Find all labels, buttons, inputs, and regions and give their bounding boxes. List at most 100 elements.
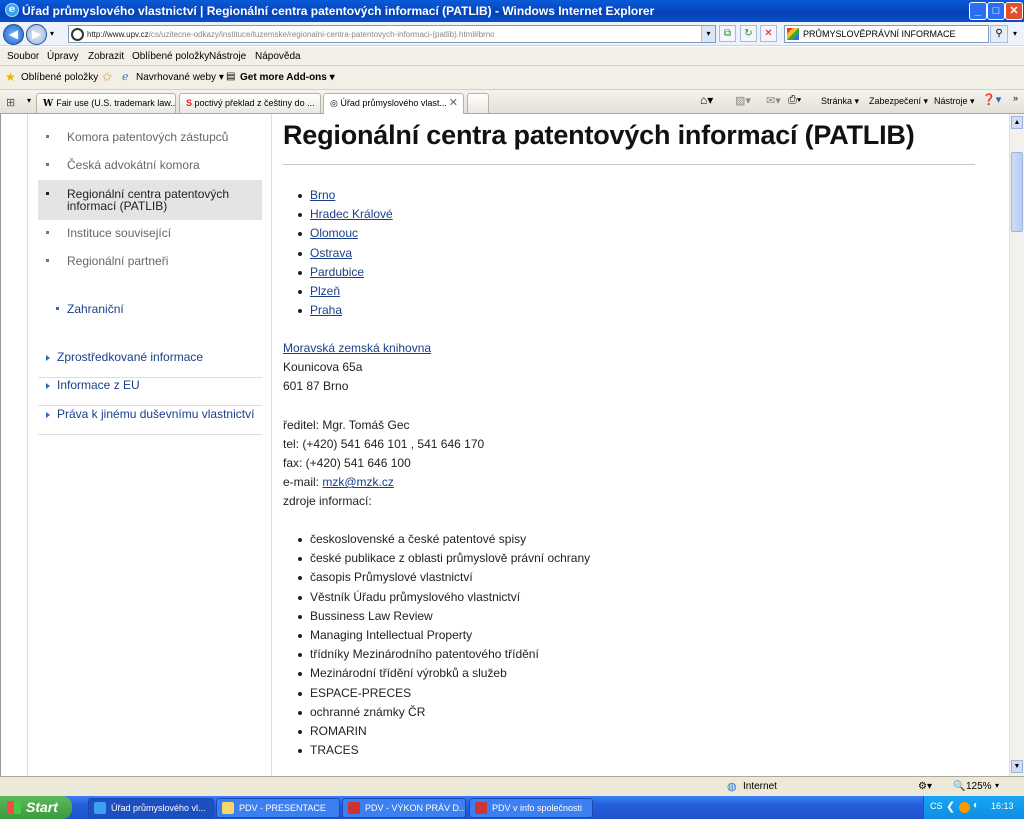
search-provider-icon [787, 28, 799, 40]
suggested-sites-button[interactable]: Navrhované weby ▾ [136, 72, 224, 83]
mail-icon[interactable]: ✉▾ [766, 94, 781, 107]
main-content: Regionální centra patentových informací … [283, 114, 975, 776]
pdf-icon [348, 802, 360, 814]
search-icon[interactable]: ⚲ [990, 25, 1008, 43]
addons-page-icon: ▤ [226, 71, 236, 82]
compatibility-view-icon[interactable]: ⧉ [719, 25, 736, 42]
feeds-icon[interactable]: ▧▾ [735, 94, 751, 107]
city-list: Brno Hradec Králové Olomouc Ostrava Pard… [283, 186, 393, 320]
search-query: PRŮMYSLOVĚPRÁVNÍ INFORMACE [803, 29, 956, 39]
city-link-olomouc[interactable]: Olomouc [283, 224, 393, 243]
list-item: TRACES [283, 741, 590, 760]
stop-icon[interactable]: ✕ [760, 25, 777, 42]
page-menu[interactable]: Stránka ▾ [821, 96, 859, 107]
city-link-brno[interactable]: Brno [283, 186, 393, 205]
zoom-dropdown-icon[interactable]: ▾ [995, 781, 999, 790]
address-field[interactable]: http://www.upv.cz/cs/uzitecne-odkazy/ins… [68, 25, 716, 43]
sidebar-link-zprostredkovane[interactable]: Zprostředkované informace [38, 350, 262, 378]
scroll-thumb[interactable] [1011, 152, 1023, 232]
toolbar-overflow-icon[interactable]: » [1013, 93, 1018, 103]
back-button[interactable]: ◀ [3, 24, 24, 45]
city-link-hradec[interactable]: Hradec Králové [283, 205, 393, 224]
tray-arrow-icon[interactable]: ❮ [946, 800, 955, 813]
library-link[interactable]: Moravská zemská knihovna [283, 339, 431, 358]
favorites-star-icon[interactable]: ★ [5, 70, 16, 84]
phone-text: tel: (+420) 541 646 101 , 541 646 170 [283, 437, 485, 451]
menu-nastroje[interactable]: Nástroje [209, 51, 246, 62]
arrow-icon [46, 412, 50, 418]
site-favicon-icon [71, 28, 84, 41]
tray-network-icon[interactable]: ◐ [973, 800, 979, 811]
tab-upv[interactable]: ◎ Úřad průmyslového vlast... ✕ [323, 93, 464, 115]
sidebar-item-label: Regionální centra patentových informací … [67, 187, 230, 213]
email-link[interactable]: mzk@mzk.cz [322, 475, 394, 489]
favorites-button[interactable]: Oblíbené položky [21, 72, 98, 83]
tray-app-icon[interactable] [959, 802, 970, 813]
address-dropdown-icon[interactable]: ▾ [701, 26, 715, 42]
protected-mode-icon[interactable]: ⚙▾ [918, 781, 932, 792]
city-link-praha[interactable]: Praha [283, 301, 393, 320]
city-link-pardubice[interactable]: Pardubice [283, 263, 393, 282]
list-item: Bussiness Law Review [283, 607, 590, 626]
city-link-plzen[interactable]: Plzeň [283, 282, 393, 301]
tools-menu[interactable]: Nástroje ▾ [934, 96, 975, 107]
close-button[interactable]: ✕ [1005, 2, 1023, 20]
recent-pages-dropdown-icon[interactable]: ▾ [50, 29, 54, 38]
sources-list: československé a české patentové spisy č… [283, 530, 590, 760]
forward-button[interactable]: ▶ [26, 24, 47, 45]
maximize-button[interactable]: □ [987, 2, 1005, 20]
refresh-icon[interactable]: ↻ [740, 25, 757, 42]
help-icon[interactable]: ❓▾ [982, 93, 1001, 106]
security-menu[interactable]: Zabezpečení ▾ [869, 96, 928, 107]
zoom-level[interactable]: 125% [966, 781, 992, 792]
status-bar: ◍ Internet ⚙▾ 🔍 125% ▾ [0, 776, 1024, 796]
taskbar-item-ie[interactable]: Úřad průmyslového vl... [88, 798, 214, 818]
scroll-down-icon[interactable]: ▼ [1011, 760, 1023, 773]
start-button[interactable]: Start [0, 796, 72, 819]
menu-napoveda[interactable]: Nápověda [255, 51, 301, 62]
zoom-icon: 🔍 [953, 781, 966, 792]
tab-label: poctivý překlad z češtiny do ... [194, 98, 315, 108]
taskbar-item-vykon[interactable]: PDV - VÝKON PRÁV D... [342, 798, 466, 818]
menu-upravy[interactable]: Úpravy [47, 51, 79, 62]
scroll-up-icon[interactable]: ▲ [1011, 116, 1023, 129]
close-tab-icon[interactable]: ✕ [449, 94, 458, 112]
pdf-icon [475, 802, 487, 814]
vertical-scrollbar[interactable]: ▲ ▼ [1009, 114, 1024, 776]
get-addons-button[interactable]: Get more Add-ons ▾ [240, 72, 335, 83]
url-path: /cs/uzitecne-odkazy/instituce/tuzemske/r… [148, 30, 495, 39]
home-icon[interactable]: ⌂▾ [700, 93, 713, 107]
minimize-button[interactable]: _ [969, 2, 987, 20]
tab-list-dropdown-icon[interactable]: ▾ [27, 96, 31, 105]
internet-zone-icon: ◍ [727, 781, 737, 793]
upv-favicon-icon: ◎ [330, 98, 341, 108]
seznam-icon: S [186, 98, 195, 108]
search-input[interactable]: PRŮMYSLOVĚPRÁVNÍ INFORMACE [784, 25, 989, 43]
add-favorites-icon[interactable]: ✩ [102, 70, 112, 84]
menu-soubor[interactable]: Soubor [7, 51, 39, 62]
quick-tabs-icon[interactable]: ⊞ [6, 96, 15, 109]
zone-text: Internet [743, 781, 777, 792]
email-label: e-mail: [283, 475, 323, 489]
page-title: Regionální centra patentových informací … [283, 120, 915, 150]
sidebar-link-eu[interactable]: Informace z EU [38, 378, 262, 406]
sidebar-item-label: Regionální partneři [67, 254, 169, 268]
language-indicator[interactable]: CS [930, 801, 943, 811]
ie-logo-icon: e [5, 3, 19, 17]
city-link-ostrava[interactable]: Ostrava [283, 244, 393, 263]
clock: 16:13 [991, 801, 1014, 811]
print-icon[interactable]: ⎙▾ [788, 94, 801, 107]
new-tab-button[interactable] [467, 93, 489, 113]
sidebar-item-patlib[interactable]: Regionální centra patentových informací … [38, 180, 262, 220]
menu-zobrazit[interactable]: Zobrazit [88, 51, 124, 62]
sidebar-link-prava[interactable]: Práva k jinému duševnímu vlastnictví [38, 407, 262, 435]
search-options-dropdown-icon[interactable]: ▾ [1009, 25, 1021, 43]
tab-fair-use[interactable]: W Fair use (U.S. trademark law... [36, 93, 176, 113]
tab-preklad[interactable]: S poctivý překlad z češtiny do ... [179, 93, 321, 113]
sidebar-item-label: Instituce související [67, 226, 172, 240]
menu-oblibene[interactable]: Oblíbené položky [132, 51, 209, 62]
windows-logo-icon [7, 801, 21, 814]
director-text: ředitel: Mgr. Tomáš Gec [283, 418, 410, 432]
taskbar-item-presentace[interactable]: PDV - PRESENTACE [216, 798, 340, 818]
taskbar-item-info[interactable]: PDV v info společnosti [469, 798, 593, 818]
